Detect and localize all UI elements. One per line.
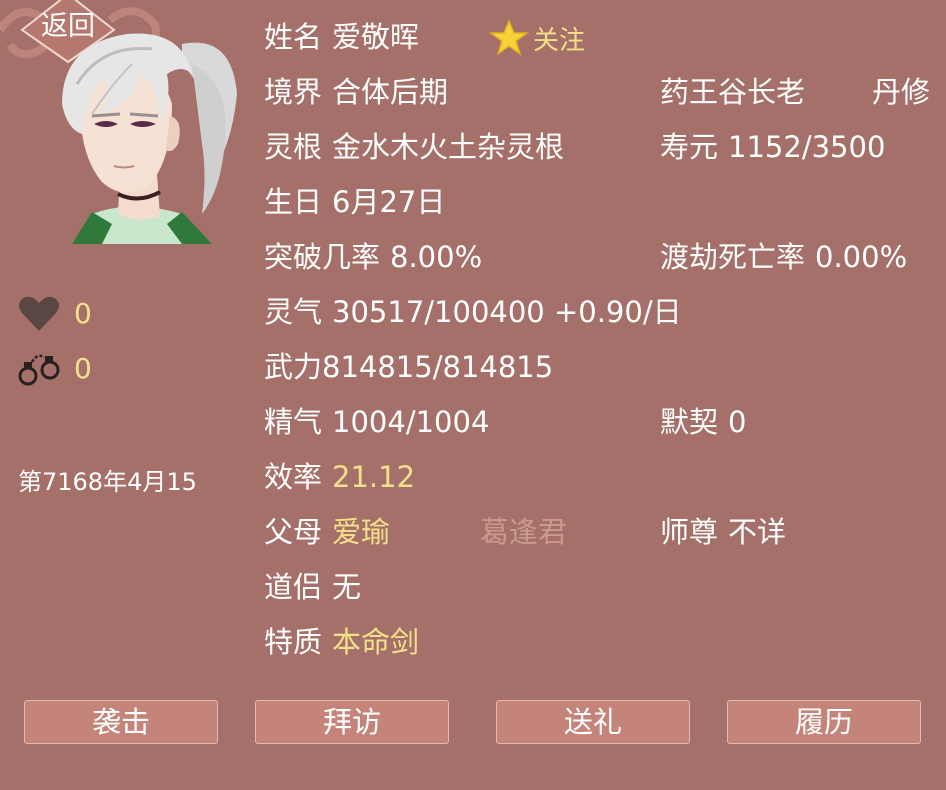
partner-label: 道侣 bbox=[264, 570, 323, 604]
root-value: 金水木火土杂灵根 bbox=[332, 130, 565, 164]
rapport-row: 默契 0 bbox=[660, 404, 746, 440]
essence-row: 精气 1004/1004 bbox=[264, 404, 489, 440]
root-row: 灵根 金水木火土杂灵根 bbox=[264, 129, 564, 165]
game-date: 第7168年4月15 bbox=[18, 468, 197, 496]
visit-button[interactable]: 拜访 bbox=[255, 700, 449, 744]
handcuffs-icon bbox=[18, 354, 60, 386]
master-value: 不详 bbox=[728, 515, 787, 549]
essence-label: 精气 bbox=[264, 405, 323, 439]
lifespan-row: 寿元 1152/3500 bbox=[660, 129, 885, 165]
parent-link-2[interactable]: 葛逢君 bbox=[480, 514, 567, 550]
trait-label: 特质 bbox=[264, 625, 323, 659]
qi-value: 30517/100400 +0.90/日 bbox=[332, 295, 682, 329]
name-value: 爱敬晖 bbox=[332, 20, 420, 54]
character-portrait bbox=[62, 33, 237, 244]
follow-button[interactable]: 关注 bbox=[489, 19, 585, 57]
tribulation-label: 渡劫死亡率 bbox=[660, 240, 806, 274]
trait-value[interactable]: 本命剑 bbox=[332, 625, 419, 659]
lifespan-label: 寿元 bbox=[660, 130, 719, 164]
attack-button[interactable]: 袭击 bbox=[24, 700, 218, 744]
birthday-label: 生日 bbox=[264, 185, 323, 219]
realm-row: 境界 合体后期 bbox=[264, 74, 448, 110]
name-label: 姓名 bbox=[264, 20, 323, 54]
follow-label: 关注 bbox=[533, 25, 586, 56]
root-label: 灵根 bbox=[264, 130, 323, 164]
breakthrough-label: 突破几率 bbox=[264, 240, 381, 274]
breakthrough-value: 8.00% bbox=[390, 240, 483, 274]
bond-stat: 0 bbox=[18, 348, 92, 388]
bond-value: 0 bbox=[74, 351, 92, 385]
birthday-row: 生日 6月27日 bbox=[264, 184, 445, 220]
profession: 丹修 bbox=[872, 75, 931, 109]
force-row: 武力814815/814815 bbox=[264, 350, 554, 384]
partner-value: 无 bbox=[332, 570, 362, 604]
essence-value: 1004/1004 bbox=[332, 405, 490, 439]
gift-button[interactable]: 送礼 bbox=[496, 700, 690, 744]
realm-value: 合体后期 bbox=[332, 75, 449, 109]
action-bar: 袭击 拜访 送礼 履历 bbox=[24, 700, 924, 746]
star-icon bbox=[489, 19, 529, 56]
master-row: 师尊 不详 bbox=[660, 514, 786, 550]
sect-title: 药王谷长老 bbox=[660, 75, 806, 109]
lifespan-value: 1152/3500 bbox=[728, 130, 886, 164]
rapport-value: 0 bbox=[728, 405, 747, 439]
efficiency-label: 效率 bbox=[264, 460, 323, 494]
trait-row: 特质 本命剑 bbox=[264, 624, 419, 660]
name-row: 姓名 爱敬晖 bbox=[264, 19, 419, 55]
parents-label: 父母 bbox=[264, 515, 323, 549]
favor-stat: 0 bbox=[18, 293, 92, 333]
heart-icon bbox=[19, 296, 59, 331]
efficiency-value: 21.12 bbox=[332, 460, 416, 494]
birthday-value: 6月27日 bbox=[332, 185, 446, 219]
realm-label: 境界 bbox=[264, 75, 323, 109]
rapport-label: 默契 bbox=[660, 405, 719, 439]
parent-link-1[interactable]: 爱瑜 bbox=[332, 515, 390, 549]
master-label: 师尊 bbox=[660, 515, 719, 549]
favor-value: 0 bbox=[74, 296, 92, 330]
partner-row: 道侣无 bbox=[264, 569, 361, 605]
breakthrough-row: 突破几率 8.00% bbox=[264, 239, 482, 275]
tribulation-row: 渡劫死亡率 0.00% bbox=[660, 239, 907, 275]
history-button[interactable]: 履历 bbox=[727, 700, 921, 744]
qi-row: 灵气 30517/100400 +0.90/日 bbox=[264, 294, 682, 330]
qi-label: 灵气 bbox=[264, 295, 323, 329]
efficiency-row: 效率 21.12 bbox=[264, 459, 415, 495]
parents-row: 父母 爱瑜 bbox=[264, 514, 390, 550]
tribulation-value: 0.00% bbox=[815, 240, 908, 274]
